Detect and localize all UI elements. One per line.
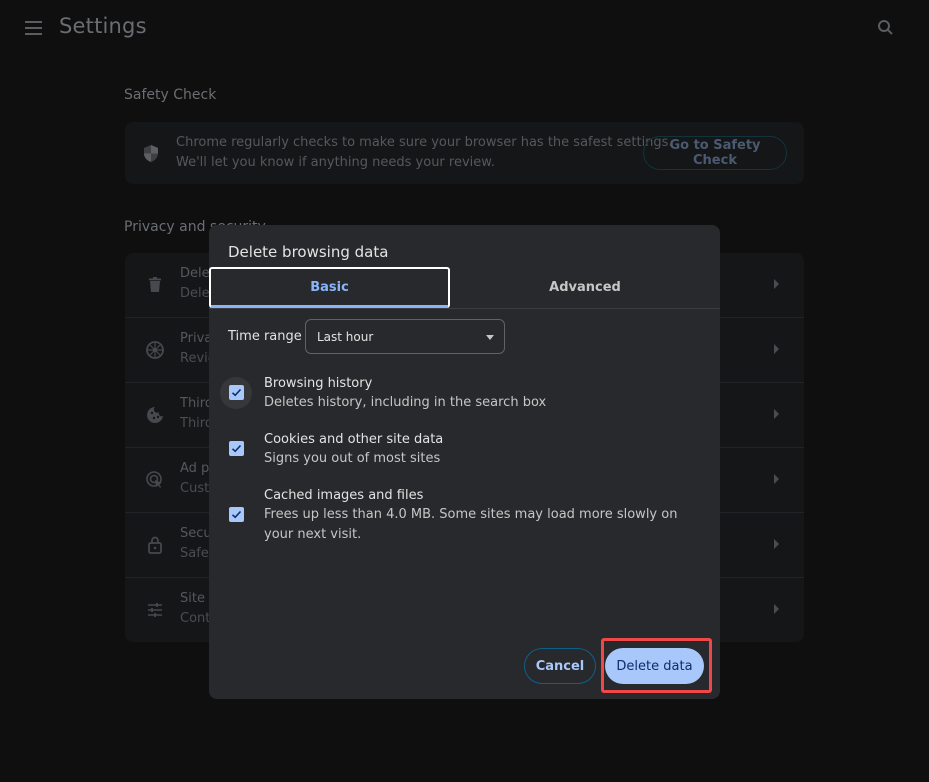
dropdown-arrow-icon xyxy=(486,335,494,340)
lock-icon xyxy=(148,536,162,554)
search-icon[interactable] xyxy=(877,19,895,37)
arrow-right-icon xyxy=(774,344,779,354)
option-title: Cached images and files xyxy=(264,488,424,503)
settings-toolbar: Settings xyxy=(0,0,929,58)
checkmark-icon xyxy=(231,388,242,397)
arrow-right-icon xyxy=(774,279,779,289)
arrow-right-icon xyxy=(774,474,779,484)
cookies-checkbox[interactable] xyxy=(229,441,244,456)
safety-line-1: Chrome regularly checks to make sure you… xyxy=(176,135,673,150)
arrow-right-icon xyxy=(774,604,779,614)
safety-check-card: Chrome regularly checks to make sure you… xyxy=(125,122,804,184)
time-range-label: Time range xyxy=(228,329,302,344)
browsing-history-checkbox[interactable] xyxy=(229,385,244,400)
hamburger-menu-icon[interactable] xyxy=(25,21,42,35)
arrow-right-icon xyxy=(774,539,779,549)
delete-browsing-data-dialog: Delete browsing data Basic Advanced Time… xyxy=(209,225,720,699)
dialog-title: Delete browsing data xyxy=(228,243,389,261)
option-title: Browsing history xyxy=(264,376,373,391)
option-description: Deletes history, including in the search… xyxy=(264,395,547,410)
page-title: Settings xyxy=(59,14,147,38)
option-description: Frees up less than 4.0 MB. Some sites ma… xyxy=(264,507,678,542)
dialog-tabs: Basic Advanced xyxy=(209,267,720,309)
privacy-guide-icon xyxy=(146,341,164,359)
option-description: Signs you out of most sites xyxy=(264,451,441,466)
cached-images-checkbox[interactable] xyxy=(229,507,244,522)
safety-line-2: We'll let you know if anything needs you… xyxy=(176,155,495,170)
ad-privacy-icon xyxy=(146,471,162,488)
tab-basic[interactable]: Basic xyxy=(209,267,450,308)
option-title: Cookies and other site data xyxy=(264,432,444,447)
delete-data-button[interactable]: Delete data xyxy=(605,648,704,684)
tab-advanced[interactable]: Advanced xyxy=(465,267,705,308)
safety-check-description: Chrome regularly checks to make sure you… xyxy=(176,133,673,173)
arrow-right-icon xyxy=(774,409,779,419)
trash-icon xyxy=(149,277,161,292)
checkmark-icon xyxy=(231,510,242,519)
safety-check-heading: Safety Check xyxy=(124,87,217,103)
go-to-safety-check-button[interactable]: Go to Safety Check xyxy=(643,136,787,170)
time-range-value: Last hour xyxy=(317,330,374,344)
site-settings-icon xyxy=(148,603,162,617)
cookie-icon xyxy=(147,407,163,423)
time-range-select[interactable]: Last hour xyxy=(305,319,505,354)
checkmark-icon xyxy=(231,444,242,453)
shield-icon xyxy=(144,145,158,162)
cancel-button[interactable]: Cancel xyxy=(524,648,596,684)
